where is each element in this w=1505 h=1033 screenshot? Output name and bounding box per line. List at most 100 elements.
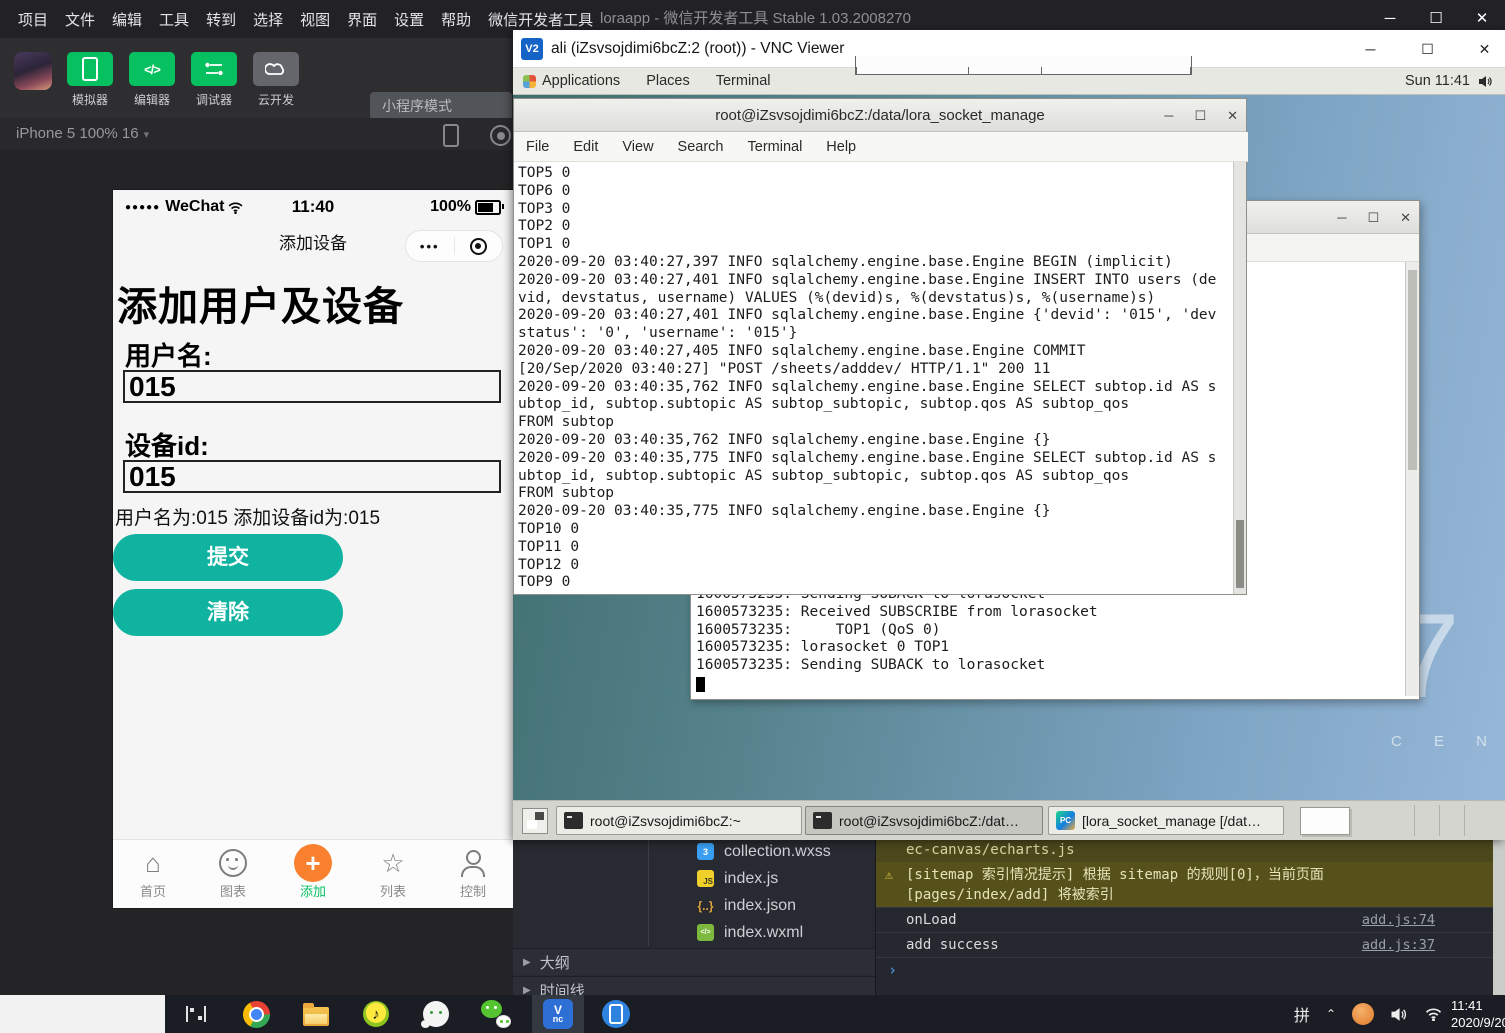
file-item[interactable]: </> index.wxml — [513, 919, 875, 946]
wechat-devtools-icon — [602, 1000, 630, 1028]
menu-item[interactable]: 项目 — [18, 9, 48, 30]
maximize-icon[interactable]: ☐ — [1367, 201, 1379, 234]
target-icon[interactable] — [490, 125, 511, 146]
outline-section[interactable]: ▶ 大纲 — [513, 948, 875, 975]
source-link[interactable]: add.js:37 — [1362, 933, 1435, 958]
qq-button[interactable] — [412, 995, 460, 1033]
debugger-button[interactable]: 调试器 — [190, 52, 238, 108]
taskbar-button-terminal-home[interactable]: root@iZsvsojdimi6bcZ:~ — [556, 806, 802, 835]
wxss-file-icon: 3 — [697, 843, 714, 860]
simulator-button[interactable]: 模拟器 — [66, 52, 114, 108]
minimize-icon[interactable]: ─ — [1164, 99, 1173, 132]
tab-list[interactable]: ☆ 列表 — [353, 840, 433, 908]
code-icon: </> — [144, 61, 161, 77]
tray-expand-icon[interactable]: ⌃ — [1326, 1007, 1336, 1021]
cloud-dev-button[interactable]: 云开发 — [252, 52, 300, 108]
debugger-icon — [205, 62, 223, 76]
terminal1-scrollbar[interactable] — [1233, 162, 1246, 594]
terminal-menu-item[interactable]: View — [622, 139, 653, 155]
menu-item[interactable]: 文件 — [65, 9, 95, 30]
wxml-file-icon: </> — [697, 924, 714, 941]
taskbar-button-terminal-lora[interactable]: root@iZsvsojdimi6bcZ:/data/lor... — [805, 806, 1043, 835]
menu-item[interactable]: 帮助 — [441, 9, 471, 30]
vnc-taskbar-button[interactable]: Vnc — [532, 995, 584, 1033]
console-file-row[interactable]: ec-canvas/echarts.js — [876, 838, 1505, 862]
tab-add[interactable]: + 添加 — [273, 840, 353, 908]
vnc-toolbar-stub[interactable] — [855, 56, 1192, 75]
applications-menu[interactable]: Applications — [523, 73, 620, 89]
console-prompt[interactable]: › — [876, 957, 1505, 981]
terminal-icon — [564, 812, 583, 829]
terminal-menu-item[interactable]: Edit — [573, 139, 598, 155]
chrome-button[interactable] — [232, 995, 280, 1033]
timeline-section[interactable]: ▶ 时间线 — [513, 976, 875, 995]
speaker-icon[interactable] — [1390, 1007, 1408, 1022]
mode-dropdown[interactable]: 小程序模式 — [370, 92, 512, 120]
terminal-menu-item[interactable]: Search — [678, 139, 724, 155]
file-item[interactable]: JS index.js — [513, 865, 875, 892]
file-item[interactable]: {..} index.json — [513, 892, 875, 919]
chrome-icon — [242, 1000, 270, 1028]
tab-control[interactable]: 控制 — [433, 840, 513, 908]
editor-button[interactable]: </> 编辑器 — [128, 52, 176, 108]
menu-item[interactable]: 微信开发者工具 — [488, 9, 593, 30]
terminal-menu[interactable]: Terminal — [716, 73, 771, 89]
terminal-window-lora-socket-manage[interactable]: root@iZsvsojdimi6bcZ:/data/lora_socket_m… — [513, 98, 1248, 595]
folder-icon — [303, 1002, 329, 1026]
menu-item[interactable]: 视图 — [300, 9, 330, 30]
tray-app-icon[interactable] — [1352, 1003, 1374, 1025]
home-icon: ⌂ — [145, 848, 161, 878]
console-scrollbar[interactable] — [1493, 838, 1505, 995]
taskbar-white-panel — [0, 995, 165, 1033]
terminal-menu-item[interactable]: File — [526, 139, 549, 155]
more-menu-button[interactable]: ••• — [406, 239, 454, 254]
maximize-icon[interactable]: ☐ — [1399, 30, 1456, 68]
applications-icon — [523, 74, 536, 88]
source-link[interactable]: add.js:74 — [1362, 908, 1435, 933]
terminal1-title-bar[interactable]: root@iZsvsojdimi6bcZ:/data/lora_socket_m… — [514, 99, 1246, 132]
menu-item[interactable]: 编辑 — [112, 9, 142, 30]
file-explorer-button[interactable] — [292, 995, 340, 1033]
taskbar-clock[interactable]: 11:41 2020/9/20 — [1451, 997, 1505, 1033]
devid-input[interactable]: 015 — [123, 460, 501, 493]
file-item[interactable]: 3 collection.wxss — [513, 838, 875, 865]
minimize-icon[interactable]: ─ — [1337, 201, 1346, 234]
maximize-icon[interactable]: ☐ — [1194, 99, 1206, 132]
gnome-clock[interactable]: Sun 11:41 — [1405, 73, 1470, 89]
tab-charts[interactable]: 图表 — [193, 840, 273, 908]
submit-button[interactable]: 提交 — [113, 534, 343, 581]
rotate-device-icon[interactable] — [443, 124, 459, 147]
devtools-taskbar-button[interactable] — [592, 995, 640, 1033]
username-input[interactable]: 015 — [123, 370, 501, 403]
close-icon[interactable]: ✕ — [1227, 99, 1238, 132]
terminal1-output: TOP5 0 TOP6 0 TOP3 0 TOP2 0 TOP1 0 2020-09-20… — [514, 162, 1235, 594]
places-menu[interactable]: Places — [646, 73, 690, 89]
wechat-button[interactable] — [472, 995, 520, 1033]
workspace-switcher-icon[interactable] — [522, 808, 548, 834]
minimize-icon[interactable]: ─ — [1342, 30, 1399, 68]
task-view-button[interactable] — [172, 995, 220, 1033]
wifi-tray-icon[interactable] — [1424, 1007, 1443, 1021]
music-app-button[interactable]: ♪ — [352, 995, 400, 1033]
menu-item[interactable]: 设置 — [394, 9, 424, 30]
menu-item[interactable]: 转到 — [206, 9, 236, 30]
close-icon[interactable]: ✕ — [1400, 201, 1411, 234]
terminal2-scrollbar[interactable] — [1405, 262, 1419, 696]
device-selector[interactable]: iPhone 5 100% 16 ▾ — [16, 125, 149, 142]
menu-item[interactable]: 界面 — [347, 9, 377, 30]
ime-indicator[interactable]: 拼 — [1294, 1002, 1310, 1026]
person-icon — [461, 848, 485, 878]
terminal-menu-item[interactable]: Terminal — [748, 139, 803, 155]
terminal-menu-item[interactable]: Help — [826, 139, 856, 155]
tab-home[interactable]: ⌂ 首页 — [113, 840, 193, 908]
menu-item[interactable]: 工具 — [159, 9, 189, 30]
user-avatar[interactable] — [14, 52, 52, 90]
menu-item[interactable]: 选择 — [253, 9, 283, 30]
collapse-arrow-icon: ▶ — [523, 984, 531, 996]
clear-button[interactable]: 清除 — [113, 589, 343, 636]
taskbar-button-pycharm[interactable]: PC [lora_socket_manage [/data/lora... — [1048, 806, 1284, 835]
close-icon[interactable]: ✕ — [1456, 30, 1505, 68]
volume-icon[interactable] — [1478, 75, 1493, 88]
taskbar-preview-box[interactable] — [1300, 807, 1350, 835]
exit-miniprogram-button[interactable] — [455, 237, 503, 255]
